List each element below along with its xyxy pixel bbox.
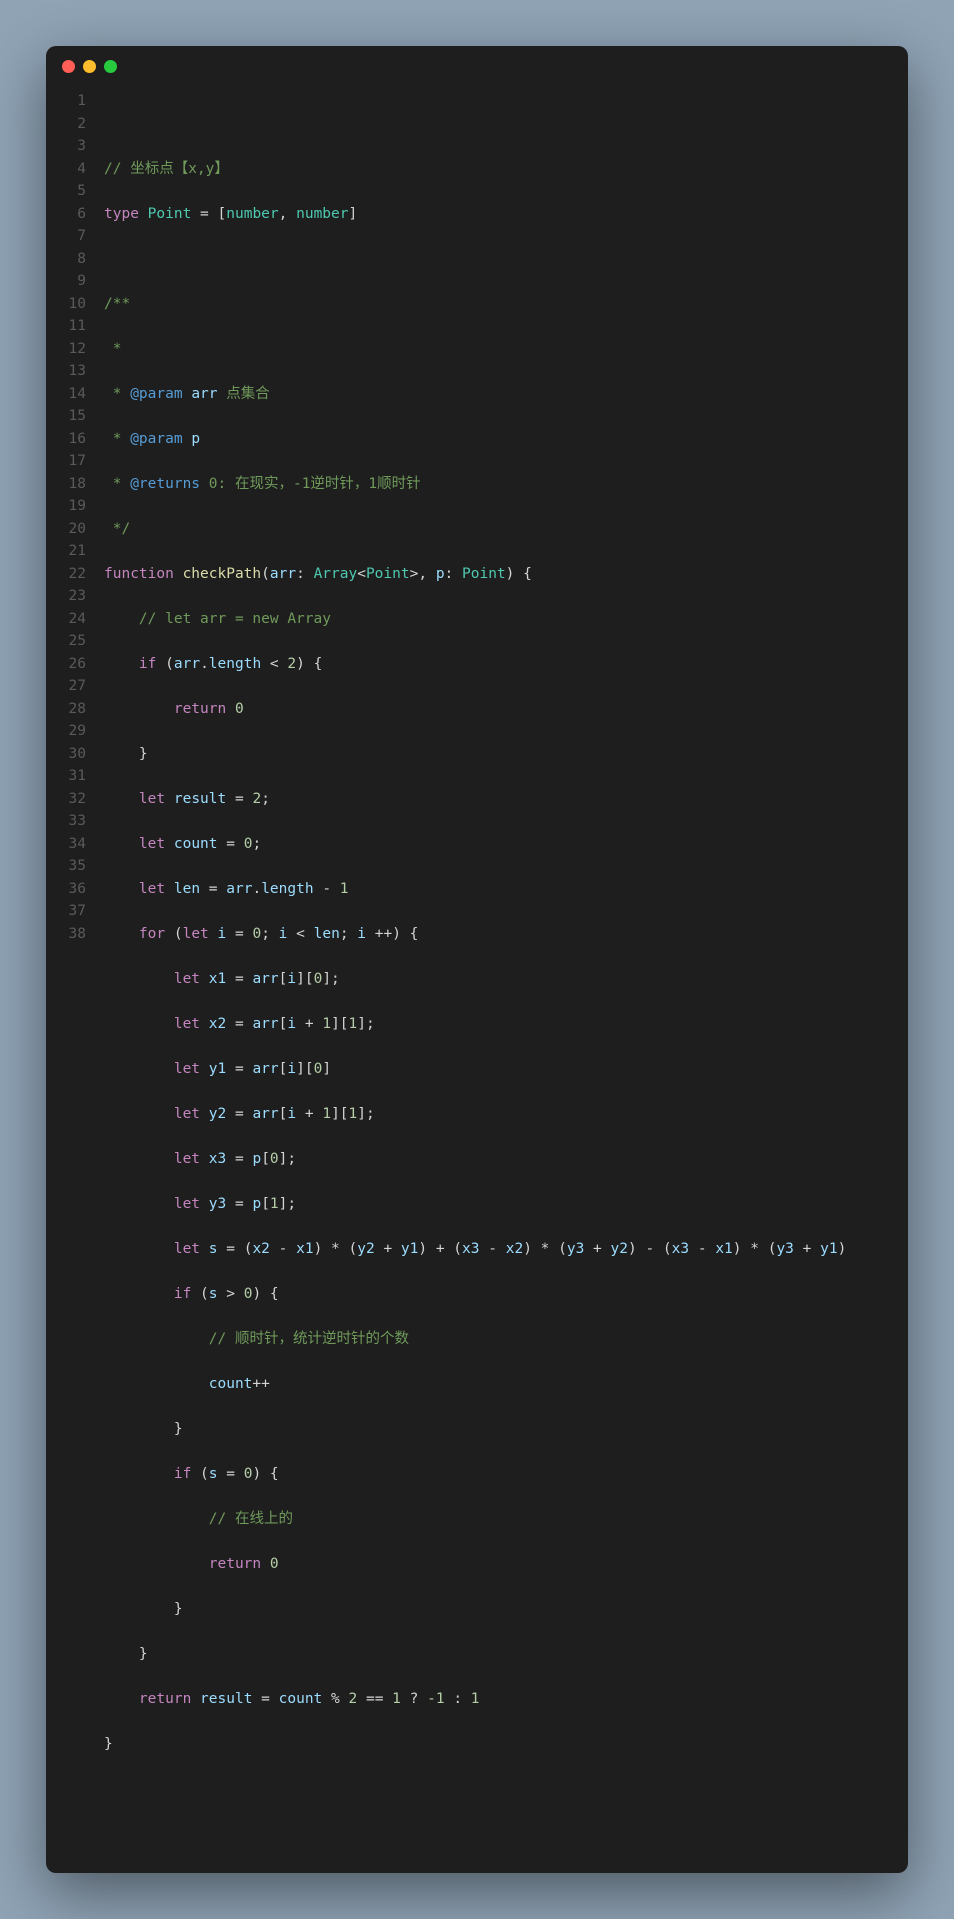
minimize-icon[interactable] <box>83 60 96 73</box>
doc-open: /** <box>104 296 130 312</box>
comment: // let arr = new Array <box>139 611 331 627</box>
doc-param: @param <box>130 386 182 402</box>
code-editor[interactable]: 1234567891011121314151617181920212223242… <box>46 86 908 1873</box>
close-icon[interactable] <box>62 60 75 73</box>
code-content[interactable]: // 坐标点【x,y】 type Point = [number, number… <box>104 90 908 1845</box>
kw-function: function <box>104 566 174 582</box>
titlebar <box>46 46 908 86</box>
maximize-icon[interactable] <box>104 60 117 73</box>
line-gutter: 1234567891011121314151617181920212223242… <box>46 90 104 1845</box>
fn-name: checkPath <box>183 566 262 582</box>
comment: // 在线上的 <box>209 1511 293 1527</box>
doc-returns: @returns <box>130 476 200 492</box>
comment: // 坐标点【x,y】 <box>104 161 229 177</box>
editor-window: 1234567891011121314151617181920212223242… <box>46 46 908 1873</box>
kw-type: type <box>104 206 139 222</box>
comment: // 顺时针，统计逆时针的个数 <box>209 1331 409 1347</box>
type-point: Point <box>148 206 192 222</box>
